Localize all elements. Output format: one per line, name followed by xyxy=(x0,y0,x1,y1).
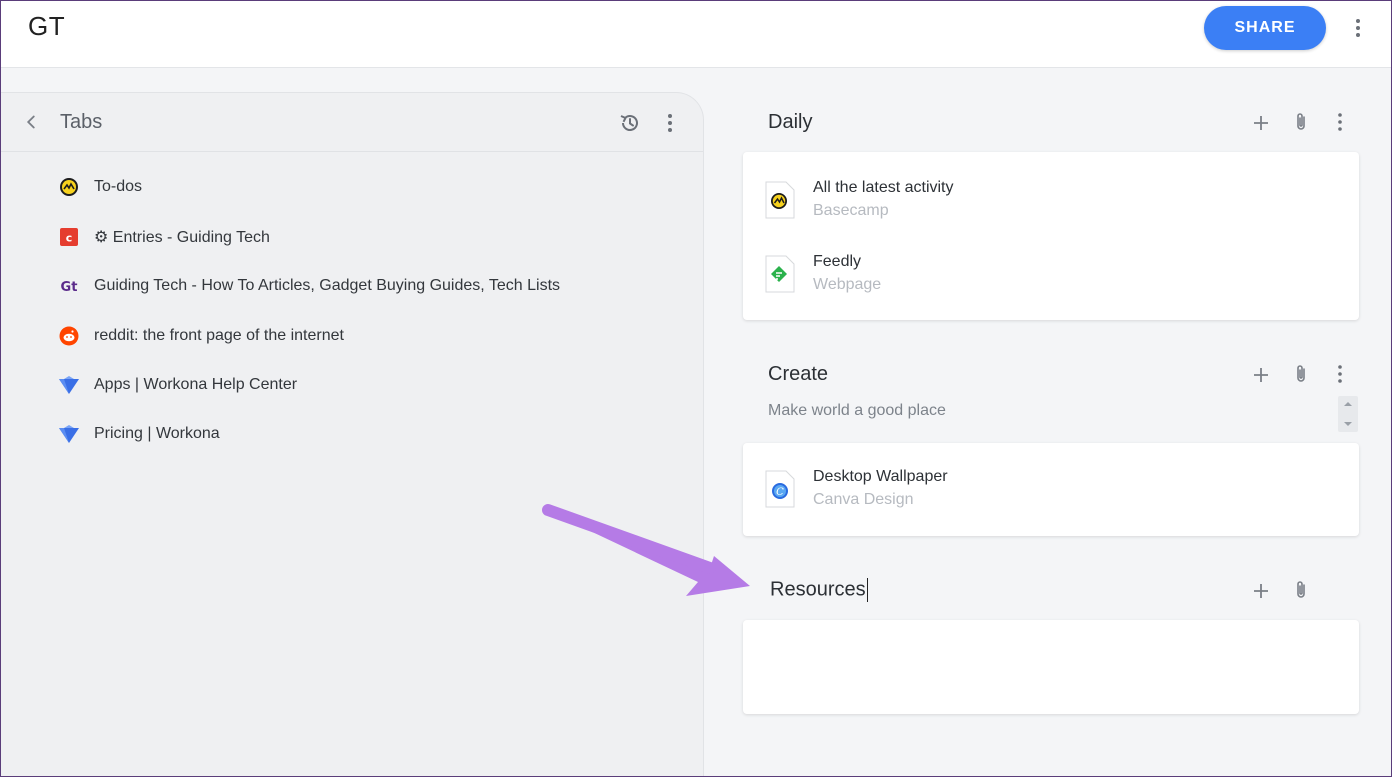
tabs-title: Tabs xyxy=(60,111,103,133)
basecamp-icon xyxy=(765,181,795,219)
tab-label: To-dos xyxy=(94,178,143,195)
resource-item[interactable]: C Desktop Wallpaper Canva Design xyxy=(765,468,1325,516)
reddit-icon xyxy=(58,325,80,347)
paperclip-icon[interactable] xyxy=(1289,578,1313,602)
more-vert-icon[interactable] xyxy=(1328,362,1352,386)
tab-label: reddit: the front page of the internet xyxy=(94,327,344,344)
tab-item[interactable]: Apps | Workona Help Center xyxy=(58,372,297,398)
tab-item[interactable]: c ⚙ Entries - Guiding Tech xyxy=(58,224,270,250)
item-type: Basecamp xyxy=(813,202,889,219)
tab-label: Guiding Tech - How To Articles, Gadget B… xyxy=(94,277,561,294)
tabs-header: Tabs xyxy=(0,93,703,152)
item-name: Feedly xyxy=(813,253,862,270)
feedly-icon xyxy=(765,255,795,293)
tab-item[interactable]: Pricing | Workona xyxy=(58,421,220,447)
paperclip-icon[interactable] xyxy=(1289,362,1313,386)
guidingtech-icon: Gt xyxy=(58,275,80,297)
more-vert-icon[interactable] xyxy=(1346,16,1370,40)
section-title-create[interactable]: Create xyxy=(768,363,828,386)
history-icon[interactable] xyxy=(618,111,642,135)
section-title-text: Resources xyxy=(770,578,866,601)
workspace-title[interactable]: GT xyxy=(28,11,65,42)
add-icon[interactable] xyxy=(1249,363,1273,387)
tab-label: Pricing | Workona xyxy=(94,425,220,442)
workona-icon xyxy=(58,374,80,396)
section-card-resources[interactable] xyxy=(743,620,1359,714)
annotation-arrow-icon xyxy=(542,504,750,596)
tabs-panel: Tabs To-dos c ⚙ Entries - Guiding Tech G… xyxy=(0,92,704,777)
basecamp-icon xyxy=(58,176,80,198)
tab-item[interactable]: To-dos xyxy=(58,174,142,200)
add-icon[interactable] xyxy=(1249,111,1273,135)
svg-text:C: C xyxy=(776,487,784,498)
section-title-resources[interactable]: Resources xyxy=(770,578,868,602)
item-type: Canva Design xyxy=(813,491,914,508)
tab-label: ⚙ Entries - Guiding Tech xyxy=(94,229,270,246)
top-bar: GT SHARE xyxy=(0,0,1392,68)
workona-icon xyxy=(58,423,80,445)
chevron-left-icon[interactable] xyxy=(20,111,42,133)
item-type: Webpage xyxy=(813,276,882,293)
section-card-daily: All the latest activity Basecamp Feedly … xyxy=(743,152,1359,320)
section-title-daily[interactable]: Daily xyxy=(768,111,812,134)
scroll-arrows-icon xyxy=(1344,402,1352,426)
add-icon[interactable] xyxy=(1249,579,1273,603)
section-card-create: C Desktop Wallpaper Canva Design xyxy=(743,443,1359,536)
share-button[interactable]: SHARE xyxy=(1204,6,1326,50)
item-name: Desktop Wallpaper xyxy=(813,468,948,485)
section-description[interactable]: Make world a good place xyxy=(768,402,946,420)
svg-text:c: c xyxy=(66,232,73,245)
craft-icon: c xyxy=(58,226,80,248)
more-vert-icon[interactable] xyxy=(658,111,682,135)
svg-text:Gt: Gt xyxy=(61,280,78,295)
paperclip-icon[interactable] xyxy=(1289,110,1313,134)
more-vert-icon[interactable] xyxy=(1328,110,1352,134)
resource-item[interactable]: Feedly Webpage xyxy=(765,253,1325,301)
tab-item[interactable]: Gt Guiding Tech - How To Articles, Gadge… xyxy=(58,273,560,299)
tab-item[interactable]: reddit: the front page of the internet xyxy=(58,323,344,349)
resource-item[interactable]: All the latest activity Basecamp xyxy=(765,179,1325,227)
item-name: All the latest activity xyxy=(813,179,954,196)
description-scrollbar[interactable] xyxy=(1338,396,1358,432)
text-caret xyxy=(866,578,868,602)
tab-label: Apps | Workona Help Center xyxy=(94,376,298,393)
